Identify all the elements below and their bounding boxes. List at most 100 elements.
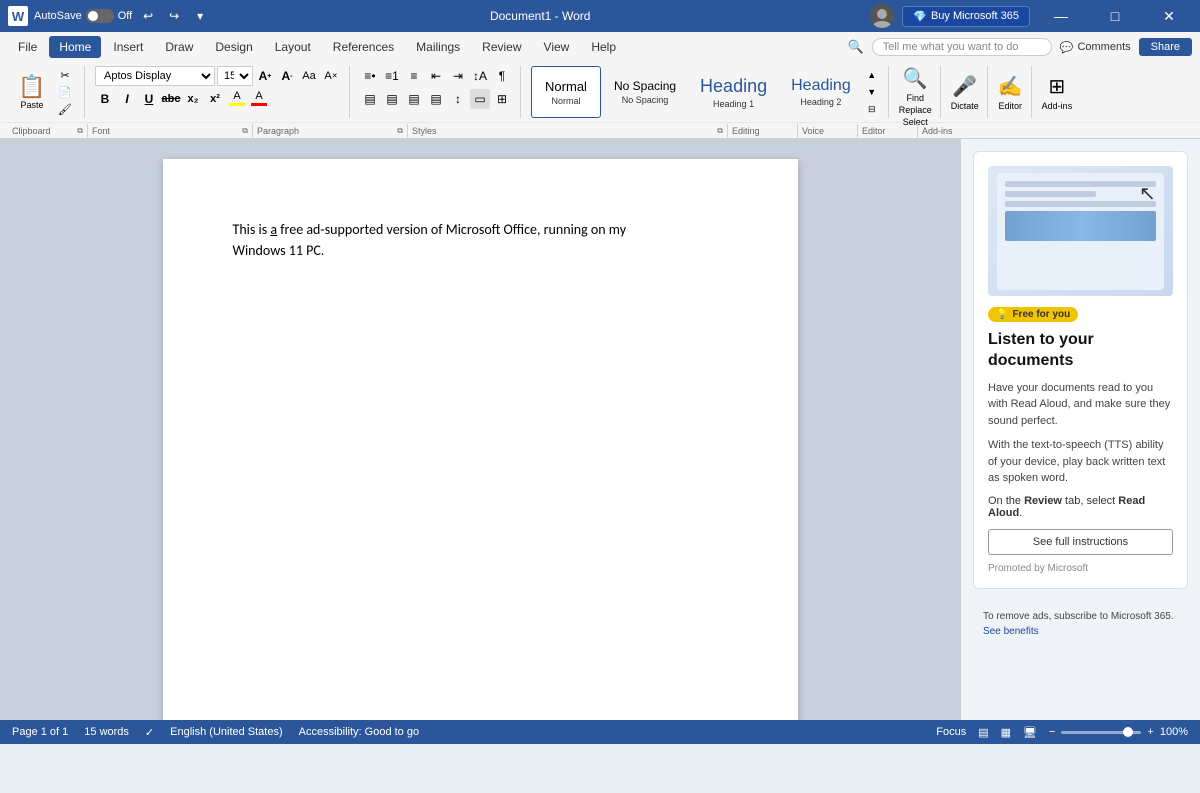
align-center-button[interactable]: ▤ [382, 89, 402, 109]
zoom-plus-button[interactable]: + [1147, 726, 1153, 738]
superscript-button[interactable]: x² [205, 89, 225, 109]
paragraph-expand[interactable]: ⧉ [397, 126, 403, 136]
see-instructions-button[interactable]: See full instructions [988, 529, 1173, 555]
document-paragraph[interactable]: This is a free ad-supported version of M… [233, 219, 728, 261]
see-benefits-link[interactable]: See benefits [983, 626, 1039, 637]
clear-format-button[interactable]: A✕ [321, 66, 341, 86]
autosave-toggle[interactable] [86, 9, 114, 23]
ad-cta: On the Review tab, select Read Aloud. [988, 495, 1173, 519]
zoom-slider[interactable] [1061, 731, 1141, 734]
accessibility[interactable]: Accessibility: Good to go [299, 726, 419, 738]
line-spacing-button[interactable]: ↕ [448, 89, 468, 109]
font-shrink-button[interactable]: A- [277, 66, 297, 86]
font-family-select[interactable]: Aptos Display [95, 66, 215, 86]
cut-button[interactable]: ✂ [54, 67, 76, 83]
redo-button[interactable]: ↪ [164, 6, 184, 26]
styles-expand[interactable]: ⧉ [717, 126, 723, 136]
style-heading1-button[interactable]: Heading Heading 1 [689, 66, 778, 118]
ribbon-search[interactable]: Tell me what you want to do [872, 38, 1052, 56]
align-right-button[interactable]: ▤ [404, 89, 424, 109]
show-formatting-button[interactable]: ¶ [492, 66, 512, 86]
text-highlight-color[interactable]: A [227, 90, 247, 108]
menu-review[interactable]: Review [472, 36, 531, 58]
menu-mailings[interactable]: Mailings [406, 36, 470, 58]
copy-button[interactable]: 📄 [54, 84, 76, 100]
menu-home[interactable]: Home [49, 36, 101, 58]
styles-section: Normal Normal No Spacing No Spacing Head… [523, 66, 889, 118]
close-button[interactable]: ✕ [1146, 0, 1192, 32]
comments-button[interactable]: 💬 Comments [1060, 41, 1131, 54]
menu-draw[interactable]: Draw [155, 36, 203, 58]
document-area[interactable]: This is a free ad-supported version of M… [0, 139, 960, 720]
focus-button[interactable]: Focus [936, 726, 966, 738]
style-no-spacing-button[interactable]: No Spacing No Spacing [603, 66, 687, 118]
minimize-button[interactable]: — [1038, 0, 1084, 32]
shading-button[interactable]: ▭ [470, 89, 490, 109]
underline-button[interactable]: U [139, 89, 159, 109]
quick-access-more[interactable]: ▾ [190, 6, 210, 26]
view-web-icon[interactable]: ▦ [1001, 726, 1011, 739]
zoom-minus-button[interactable]: − [1049, 726, 1055, 738]
font-grow-button[interactable]: A+ [255, 66, 275, 86]
paragraph-section-label: Paragraph ⧉ [253, 124, 408, 138]
title-bar: W AutoSave Off ↩ ↪ ▾ Document1 - Word 💎 … [0, 0, 1200, 32]
mockup-line-3 [1005, 201, 1156, 207]
borders-button[interactable]: ⊞ [492, 89, 512, 109]
user-avatar[interactable] [870, 4, 894, 28]
promoted-by: Promoted by Microsoft [988, 563, 1173, 574]
strikethrough-button[interactable]: abc [161, 89, 181, 109]
editor-label[interactable]: Editor [998, 101, 1022, 111]
menu-insert[interactable]: Insert [103, 36, 153, 58]
clipboard-expand[interactable]: ⧉ [77, 126, 83, 136]
decrease-indent-button[interactable]: ⇤ [426, 66, 446, 86]
dictate-icon: 🎤 [952, 74, 977, 99]
format-painter-button[interactable]: 🖌 [54, 101, 76, 117]
subscript-button[interactable]: x₂ [183, 89, 203, 109]
styles-gallery-arrow[interactable]: ▲ ▼ ⊟ [864, 66, 880, 118]
view-read-icon[interactable]: 🖥 [1023, 726, 1037, 739]
maximize-button[interactable]: □ [1092, 0, 1138, 32]
style-heading2-button[interactable]: Heading Heading 2 [780, 66, 862, 118]
font-size-select[interactable]: 15 [217, 66, 253, 86]
justify-button[interactable]: ▤ [426, 89, 446, 109]
document-content[interactable]: This is a free ad-supported version of M… [233, 219, 728, 261]
dictate-label[interactable]: Dictate [951, 101, 979, 111]
paste-button[interactable]: 📋 Paste [12, 72, 52, 112]
clipboard-section: 📋 Paste ✂ 📄 🖌 [8, 66, 85, 118]
badge-text: Free for you [1012, 309, 1070, 320]
menu-help[interactable]: Help [581, 36, 626, 58]
undo-button[interactable]: ↩ [138, 6, 158, 26]
ad-body-2: With the text-to-speech (TTS) ability of… [988, 437, 1173, 487]
addins-label[interactable]: Add-ins [1042, 101, 1073, 111]
font-color-button[interactable]: A [249, 90, 269, 108]
sort-button[interactable]: ↕A [470, 66, 490, 86]
bullets-button[interactable]: ≡• [360, 66, 380, 86]
view-print-icon[interactable]: ▤ [978, 726, 988, 739]
menu-view[interactable]: View [534, 36, 580, 58]
numbering-button[interactable]: ≡1 [382, 66, 402, 86]
comment-icon: 💬 [1060, 41, 1074, 54]
replace-label[interactable]: Replace [899, 105, 932, 115]
font-expand[interactable]: ⧉ [242, 126, 248, 136]
multilevel-list-button[interactable]: ≡ [404, 66, 424, 86]
align-left-button[interactable]: ▤ [360, 89, 380, 109]
style-normal-button[interactable]: Normal Normal [531, 66, 601, 118]
increase-indent-button[interactable]: ⇥ [448, 66, 468, 86]
italic-button[interactable]: I [117, 89, 137, 109]
language[interactable]: English (United States) [170, 726, 283, 738]
menu-design[interactable]: Design [205, 36, 262, 58]
document-page[interactable]: This is a free ad-supported version of M… [163, 159, 798, 720]
change-case-button[interactable]: Aa [299, 66, 319, 86]
menu-right: 🔍 Tell me what you want to do 💬 Comments… [848, 38, 1192, 56]
buy-microsoft365-button[interactable]: 💎 Buy Microsoft 365 [902, 6, 1030, 27]
badge-icon: 💡 [996, 309, 1008, 320]
main-area: This is a free ad-supported version of M… [0, 139, 1200, 720]
styles-gallery: Normal Normal No Spacing No Spacing Head… [531, 66, 862, 118]
find-label[interactable]: Find [906, 93, 924, 103]
menu-file[interactable]: File [8, 36, 47, 58]
bold-button[interactable]: B [95, 89, 115, 109]
share-button[interactable]: Share [1139, 38, 1192, 56]
ad-image: ↖ [988, 166, 1173, 296]
menu-references[interactable]: References [323, 36, 404, 58]
menu-layout[interactable]: Layout [265, 36, 321, 58]
